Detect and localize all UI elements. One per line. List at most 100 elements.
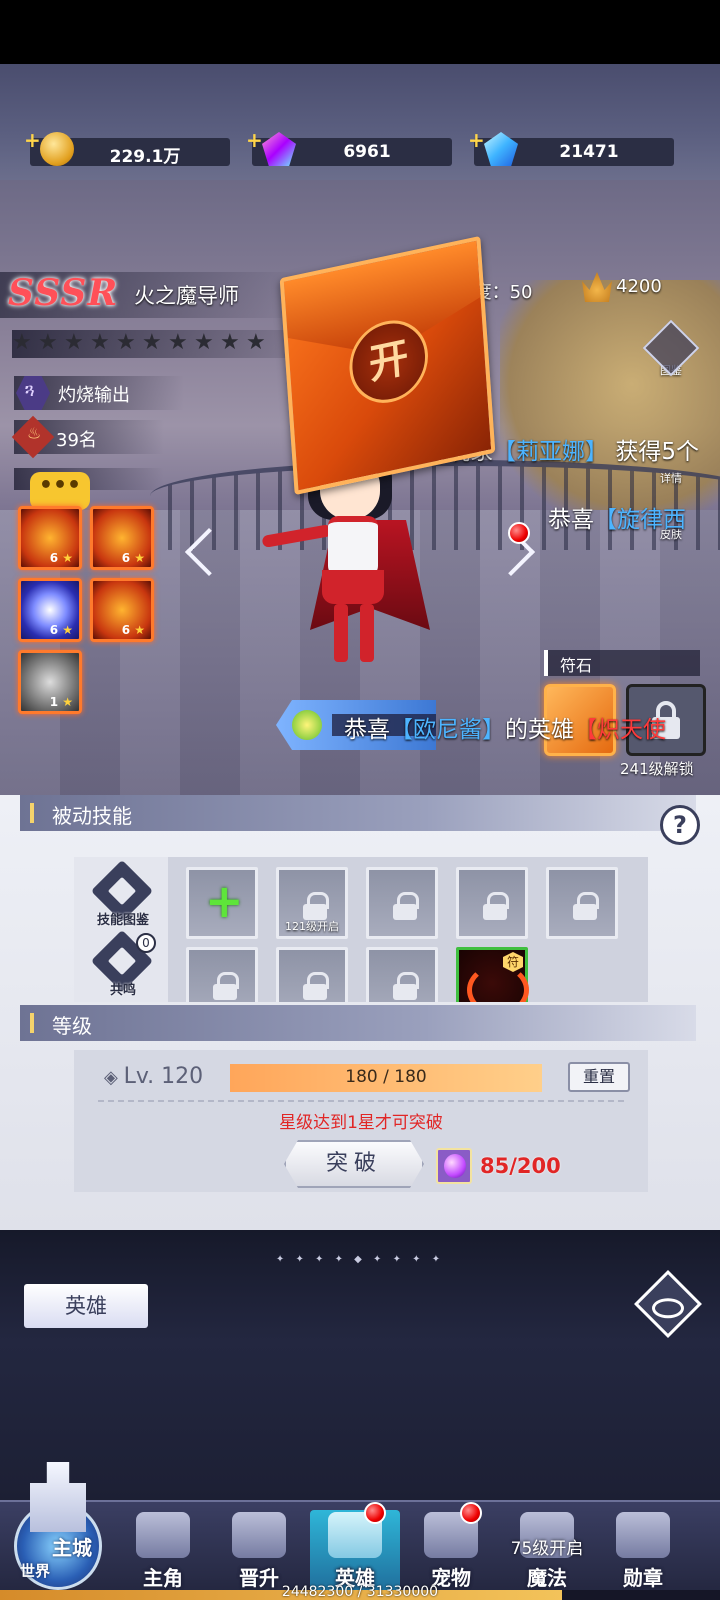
level-panel: Lv. 120 180 / 180 重置 星级达到1星才可突破 突破 85/20… [74,1050,648,1192]
hero-skill-4[interactable]: 6 [90,578,154,642]
hero-skill-2[interactable]: 6 [90,506,154,570]
details-label: 详情 [660,472,682,485]
purple-gem-icon [262,132,296,166]
level-section-title: 等级 [20,1005,696,1041]
skill-level: 6 [50,623,73,637]
blue-gem-counter[interactable]: + 21471 [468,128,674,166]
hero-body [328,516,378,576]
level-progress-text: 180 / 180 [345,1067,427,1087]
gold-counter[interactable]: + 229.1万 [24,128,230,167]
empty-star-icon: ★ [12,330,32,355]
reset-button[interactable]: 重置 [568,1062,630,1092]
resonance-count: 0 [136,933,156,953]
lock-icon [573,892,599,920]
notification-dot [364,1502,386,1524]
magic-orb-icon [436,1148,472,1184]
nav-heroes[interactable]: 英雄 [310,1502,400,1594]
hero-name: 火之魔导师 [134,284,239,308]
passive-slot-locked[interactable] [276,947,348,1002]
lock-icon [303,972,329,1000]
hero-skill-1[interactable]: 6 [18,506,82,570]
broadcast-prefix: 恭喜 [548,507,594,533]
passive-section-title: 被动技能 [20,795,696,831]
rarity-value: 50 [509,282,533,303]
passive-slot-locked[interactable] [456,867,528,939]
hero-skill-3[interactable]: 6 [18,578,82,642]
passive-slot-locked[interactable] [186,947,258,1002]
rune-unlock-text: 241级解锁 [620,760,694,778]
passive-slot-add[interactable]: + [186,867,258,939]
crown-icon [582,272,612,302]
add-purple-gem-icon[interactable]: + [246,128,263,152]
power-info: 4200 [582,272,662,302]
resource-bar: + 229.1万 + 6961 + 21471 [0,64,720,180]
empty-star-icon: ★ [116,330,136,355]
empty-star-icon: ★ [168,330,188,355]
blue-gem-icon [484,132,518,166]
empty-star-icon: ★ [194,330,214,355]
skill-level: 6 [122,623,145,637]
hero-skill-5[interactable]: 1 [18,650,82,714]
fire-rank-icon [11,415,55,459]
eye-view-icon[interactable] [634,1270,702,1338]
level-label: Lv. 120 [104,1064,204,1089]
rank-label: 39名 [56,430,97,451]
main-city-label: 主城 [52,1536,92,1560]
passive-slot-locked[interactable]: 121级开启 [276,867,348,939]
nav-protagonist[interactable]: 主角 [118,1510,208,1594]
divider [98,1100,624,1102]
purple-gem-counter[interactable]: + 6961 [246,128,452,166]
help-button[interactable]: ? [660,805,700,845]
level-progress-bar: 180 / 180 [230,1064,542,1092]
role-label: 灼烧输出 [58,385,130,406]
passive-slot-locked[interactable] [366,867,438,939]
hero-leg [360,604,374,662]
broadcast-player: 【莉亚娜】 [493,439,608,465]
level-title: 等级 [52,1014,92,1038]
lock-icon [393,972,419,1000]
empty-star-icon: ★ [220,330,240,355]
gallery-button[interactable]: 图鉴 [642,319,700,377]
nav-medals[interactable]: 勋章 [598,1510,688,1594]
notification-dot [508,522,530,544]
purple-gem-value: 6961 [343,142,391,162]
broadcast-player: 【欧尼酱】 [390,717,505,743]
lock-icon [393,892,419,920]
rune-title: 符石 [560,656,593,675]
rank-row[interactable]: 39名 [11,415,164,459]
skill-gallery-button[interactable]: 技能图鉴 [90,859,154,928]
passive-slot-skill[interactable]: 符 [456,947,529,1002]
hero-skirt [322,570,384,604]
hero-tab-button[interactable]: 英雄 [24,1284,148,1328]
passive-slot-locked[interactable] [546,867,618,939]
empty-star-icon: ★ [64,330,84,355]
breakthrough-button[interactable]: 突破 [284,1140,424,1188]
breakthrough-requirement: 星级达到1星才可突破 [279,1113,443,1133]
broadcast-line-3: 恭喜【欧尼酱】的英雄【炽天使 [344,710,666,744]
gold-coin-icon [40,132,74,166]
star-row: ★ ★ ★ ★ ★ ★ ★ ★ ★ ★ [12,330,292,358]
main-city-button[interactable]: 主城 世界 [6,1462,110,1590]
notification-dot [460,1502,482,1524]
resonance-button[interactable]: 0 共鸣 [90,929,156,998]
broadcast-suffix: 获得5个 [615,439,699,465]
add-blue-gem-icon[interactable]: + [468,128,485,152]
passive-side-menu: 技能图鉴 0 共鸣 [74,857,168,1002]
nav-magic-locked[interactable]: 75级开启 魔法 [502,1510,592,1594]
nav-promotion[interactable]: 晋升 [214,1510,304,1594]
chat-bubble-icon[interactable]: ••• [30,472,90,510]
hero-leg [334,604,348,662]
medal-icon [616,1512,670,1558]
exp-text: 24482300 / 31330000 [281,1584,439,1600]
nav-pets[interactable]: 宠物 [406,1502,496,1594]
hero-arm [261,524,333,548]
add-gold-icon[interactable]: + [24,128,41,152]
passive-skill-grid: 技能图鉴 0 共鸣 + 121级开启 符 [74,857,648,1002]
broadcast-mid: 的英雄 [505,717,574,743]
gift-pack-icon[interactable]: 开 [279,235,496,496]
passive-slot-locked[interactable] [366,947,438,1002]
gold-value: 229.1万 [109,147,181,167]
passive-title: 被动技能 [52,804,132,828]
world-label: 世界 [20,1562,51,1580]
skill-level: 1 [50,695,73,709]
